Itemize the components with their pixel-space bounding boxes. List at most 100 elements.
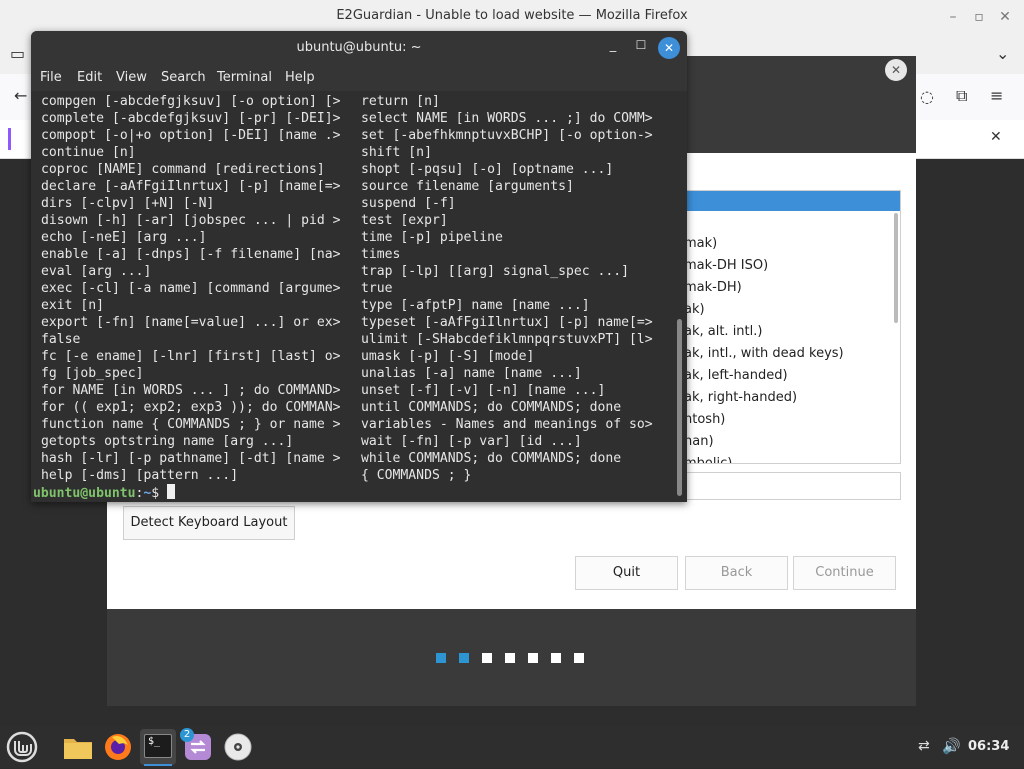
disc-launcher[interactable] (220, 729, 256, 765)
menu-terminal[interactable]: Terminal (217, 70, 272, 85)
linux-mint-logo-icon (6, 731, 38, 763)
terminal-line: for NAME [in WORDS ... ] ; do COMMAND> (41, 383, 341, 398)
pocket-icon[interactable]: ◌ (920, 87, 934, 106)
terminal-titlebar[interactable]: ubuntu@ubuntu: ~ _ ☐ ✕ (31, 31, 687, 65)
terminal-line: compopt [-o|+o option] [-DEI] [name .> (41, 128, 341, 143)
terminal-line: true (361, 281, 393, 296)
step-indicator-dot (574, 653, 584, 663)
keyboard-variant-item[interactable]: ak, intl., with dead keys) (684, 346, 844, 361)
back-arrow-icon[interactable]: ← (14, 86, 27, 105)
terminal-line: until COMMANDS; do COMMANDS; done (361, 400, 622, 415)
keyboard-variant-item[interactable]: ntosh) (684, 412, 725, 427)
terminal-line: shift [n] (361, 145, 432, 160)
optical-disc-icon (224, 733, 252, 761)
quit-button[interactable]: Quit (575, 556, 678, 590)
notification-close-icon[interactable]: ✕ (990, 129, 1002, 145)
terminal-line: fg [job_spec] (41, 366, 144, 381)
keyboard-variant-item[interactable]: mak-DH) (684, 280, 742, 295)
terminal-line: help [-dms] [pattern ...] (41, 468, 239, 483)
terminal-minimize-button[interactable]: _ (605, 38, 621, 56)
folder-icon (64, 739, 92, 759)
continue-button[interactable]: Continue (793, 556, 896, 590)
terminal-line: exec [-cl] [-a name] [command [argume> (41, 281, 341, 296)
terminal-line: hash [-lr] [-p pathname] [-dt] [name > (41, 451, 341, 466)
terminal-maximize-button[interactable]: ☐ (633, 38, 649, 56)
firefox-view-icon[interactable]: ▭ (10, 44, 25, 63)
firefox-icon (105, 734, 131, 760)
terminal-line: shopt [-pqsu] [-o] [optname ...] (361, 162, 614, 177)
back-button[interactable]: Back (685, 556, 788, 590)
extensions-icon[interactable]: ⧉ (956, 86, 967, 106)
terminal-line: fc [-e ename] [-lnr] [first] [last] o> (41, 349, 341, 364)
network-disconnected-icon[interactable]: ⇄ (918, 738, 930, 754)
step-indicator-dot (482, 653, 492, 663)
installer-window-count-badge: 2 (180, 728, 194, 742)
notification-accent (8, 128, 11, 150)
firefox-close-button[interactable]: ✕ (996, 8, 1014, 26)
terminal-line: umask [-p] [-S] [mode] (361, 349, 535, 364)
files-launcher[interactable] (60, 729, 96, 765)
keyboard-variant-item[interactable]: mak-DH ISO) (684, 258, 768, 273)
taskbar: $_ 2 ⇄ 🔊 06:34 (0, 726, 1024, 768)
keyboard-variant-item[interactable]: ak, alt. intl.) (684, 324, 762, 339)
terminal-line: disown [-h] [-ar] [jobspec ... | pid > (41, 213, 341, 228)
terminal-window-title: ubuntu@ubuntu: ~ (296, 40, 422, 55)
terminal-line: export [-fn] [name[=value] ...] or ex> (41, 315, 341, 330)
terminal-line: ulimit [-SHabcdefiklmnpqrstuvxPT] [l> (361, 332, 653, 347)
terminal-line: test [expr] (361, 213, 448, 228)
keyboard-variant-item[interactable]: mbolic) (684, 456, 732, 463)
firefox-window-title: E2Guardian - Unable to load website — Mo… (336, 8, 688, 23)
terminal-output[interactable]: compgen [-abcdefgjksuv] [-o option] [> co… (31, 91, 687, 502)
keyboard-variant-scrollbar[interactable] (894, 213, 898, 323)
terminal-line: false (41, 332, 81, 347)
keyboard-variant-item[interactable]: mak) (684, 236, 717, 251)
firefox-maximize-button[interactable]: ▫ (970, 8, 988, 26)
terminal-line: getopts optstring name [arg ...] (41, 434, 294, 449)
firefox-launcher[interactable] (100, 729, 136, 765)
keyboard-variant-item[interactable]: ak) (684, 302, 705, 317)
terminal-close-button[interactable]: ✕ (658, 37, 680, 59)
terminal-output-right-column: return [n] select NAME [in WORDS ... ;] d… (361, 93, 661, 484)
terminal-line: coproc [NAME] command [redirections] (41, 162, 325, 177)
hamburger-menu-icon[interactable]: ≡ (990, 86, 1003, 105)
terminal-line: unalias [-a] name [name ...] (361, 366, 582, 381)
keyboard-variant-item[interactable]: nan) (684, 434, 714, 449)
terminal-line: complete [-abcdefgjksuv] [-pr] [-DEI]> (41, 111, 341, 126)
terminal-line: unset [-f] [-v] [-n] [name ...] (361, 383, 606, 398)
menu-file[interactable]: File (40, 70, 62, 85)
step-indicator-dot (528, 653, 538, 663)
menu-edit[interactable]: Edit (77, 70, 102, 85)
terminal-prompt-line[interactable]: ubuntu@ubuntu:~$ (33, 484, 176, 501)
menu-search[interactable]: Search (161, 70, 206, 85)
keyboard-variant-item[interactable]: ak, right-handed) (684, 390, 797, 405)
firefox-minimize-button[interactable]: – (944, 8, 962, 26)
terminal-line: for (( exp1; exp2; exp3 )); do COMMAN> (41, 400, 341, 415)
terminal-line: trap [-lp] [[arg] signal_spec ...] (361, 264, 630, 279)
terminal-line: return [n] (361, 94, 440, 109)
terminal-line: select NAME [in WORDS ... ;] do COMM> (361, 111, 653, 126)
terminal-window[interactable]: ubuntu@ubuntu: ~ _ ☐ ✕ File Edit View Se… (31, 31, 687, 502)
keyboard-variant-item[interactable]: ak, left-handed) (684, 368, 788, 383)
terminal-line: while COMMANDS; do COMMANDS; done (361, 451, 622, 466)
detect-keyboard-layout-button[interactable]: Detect Keyboard Layout (123, 506, 295, 540)
terminal-line: eval [arg ...] (41, 264, 152, 279)
terminal-line: variables - Names and meanings of so> (361, 417, 653, 432)
menu-view[interactable]: View (116, 70, 147, 85)
installer-close-button[interactable]: ✕ (885, 59, 907, 81)
terminal-scrollbar[interactable] (677, 319, 682, 496)
terminal-line: type [-afptP] name [name ...] (361, 298, 590, 313)
menu-help[interactable]: Help (285, 70, 315, 85)
prompt-user: ubuntu@ubuntu (33, 486, 136, 501)
terminal-line: times (361, 247, 401, 262)
taskbar-clock[interactable]: 06:34 (968, 739, 1009, 754)
terminal-launcher[interactable]: $_ (140, 729, 176, 766)
step-indicator-dot (505, 653, 515, 663)
terminal-line: exit [n] (41, 298, 105, 313)
list-tabs-chevron-icon[interactable]: ⌄ (996, 44, 1009, 63)
terminal-app-icon: $_ (144, 734, 172, 758)
volume-icon[interactable]: 🔊 (942, 737, 961, 755)
terminal-line: echo [-neE] [arg ...] (41, 230, 207, 245)
terminal-line: function name { COMMANDS ; } or name > (41, 417, 341, 432)
mint-menu-button[interactable] (4, 729, 40, 765)
terminal-line: suspend [-f] (361, 196, 456, 211)
